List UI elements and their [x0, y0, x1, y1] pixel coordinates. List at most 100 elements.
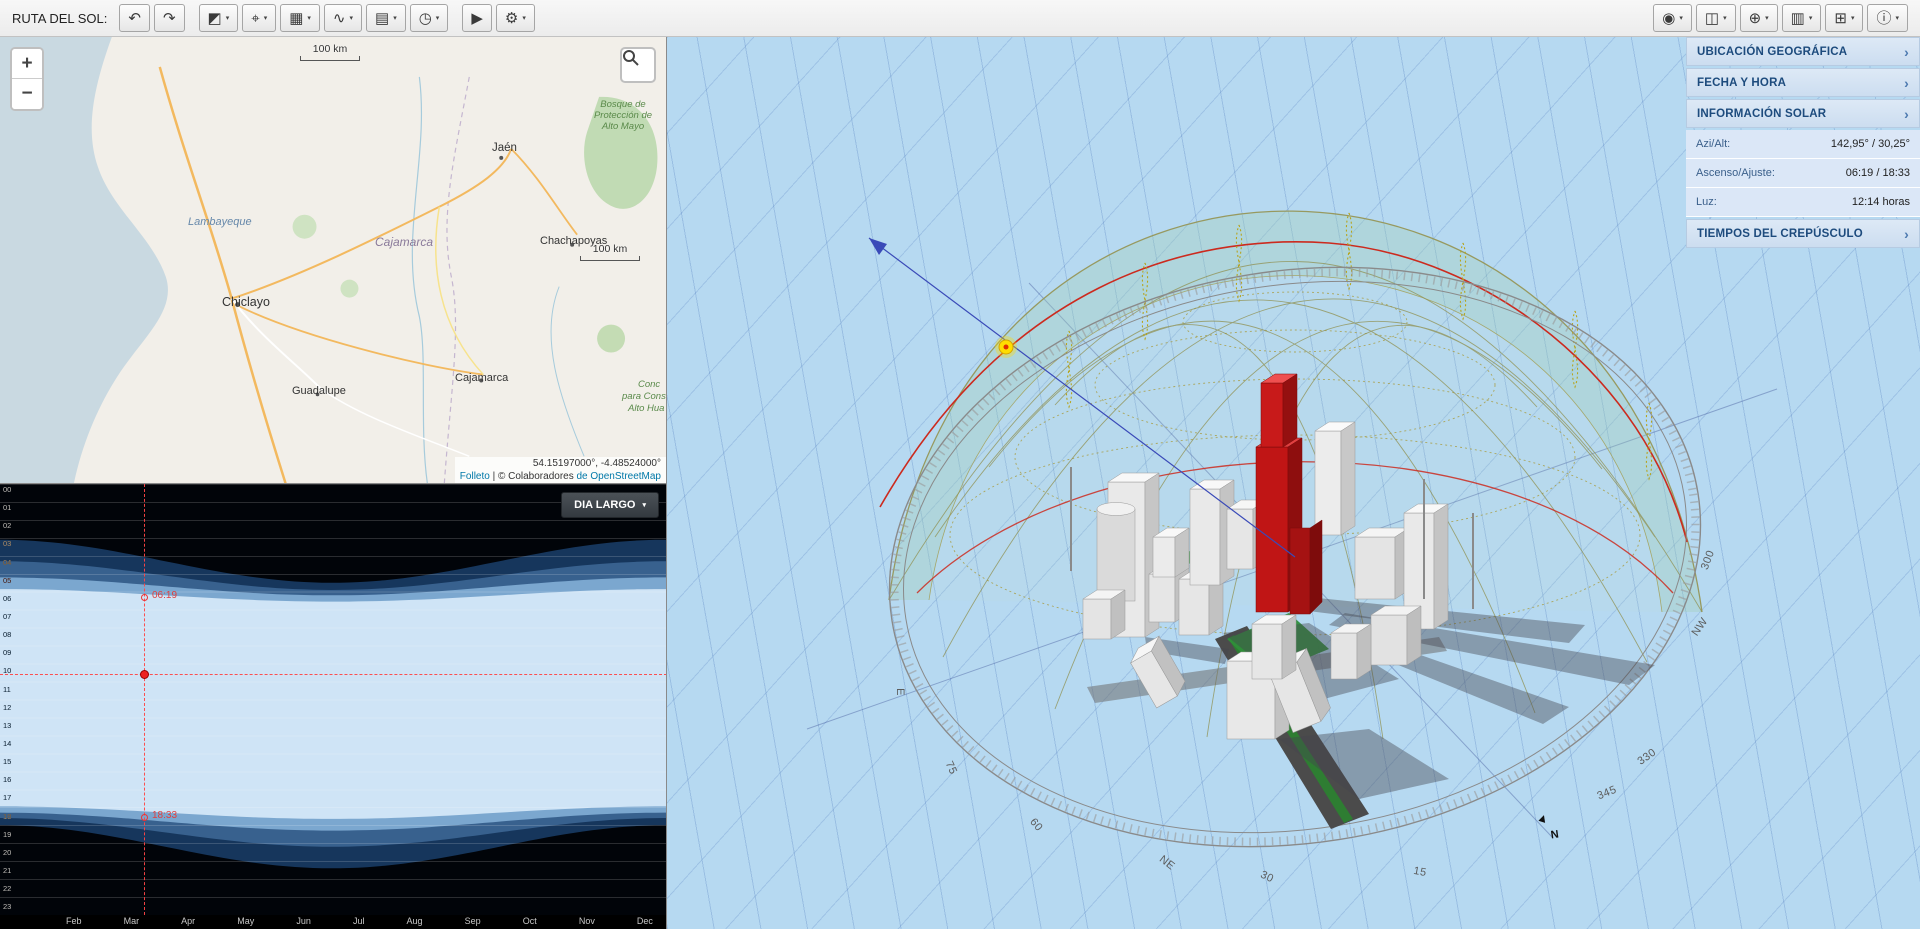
map-scale-top: 100 km [300, 43, 360, 61]
month-tick-label: Jun [296, 916, 311, 926]
chevron-right-icon: › [1904, 43, 1909, 60]
settings-menu-button[interactable]: ⚙ ▾ [495, 4, 535, 32]
compass-label: E [894, 688, 906, 696]
redo-icon: ↷ [162, 9, 176, 27]
chevron-down-icon: ▾ [1679, 14, 1683, 22]
selected-date-line [144, 484, 145, 915]
compass-label: 15 [1412, 864, 1428, 880]
projection-menu-button[interactable]: ⊞ ▾ [1825, 4, 1864, 32]
display-menu-button[interactable]: ◫ ▾ [1695, 4, 1736, 32]
panel-header-ubicacion[interactable]: UBICACIÓN GEOGRÁFICA › [1686, 37, 1920, 66]
map-label-cajamarca-region: Cajamarca [375, 235, 434, 249]
month-tick-label: Mar [123, 916, 140, 926]
solar-info-rows: Azi/Alt: 142,95° / 30,25° Ascenso/Ajuste… [1686, 130, 1920, 217]
month-tick-label: Nov [578, 916, 595, 926]
map-scale-right: 100 km [580, 243, 640, 261]
chevron-down-icon: ▾ [307, 14, 311, 22]
sunset-time-label: 18:33 [152, 810, 178, 821]
chevron-down-icon: ▾ [1765, 14, 1769, 22]
globe-menu-button[interactable]: ⊕ ▾ [1739, 4, 1778, 32]
panel-header-fecha-hora[interactable]: FECHA Y HORA › [1686, 68, 1920, 97]
map-label-concesion-2: para Cons [622, 391, 666, 402]
model-menu-button[interactable]: ◩ ▾ [198, 4, 239, 32]
chevron-down-icon: ▾ [522, 14, 526, 22]
clock-icon: ◷ [418, 9, 432, 27]
month-tick-label: Jul [352, 916, 365, 926]
scene-3d-viewport[interactable]: E 75 60 NE 30 15 N ▲ 345 330 NW 300 UBIC… [667, 37, 1920, 929]
month-tick-label: Aug [406, 916, 423, 926]
map-label-bosque: Bosque de Protección de Alto Mayo [593, 99, 653, 132]
chevron-right-icon: › [1904, 225, 1909, 242]
map-label-lambayeque: Lambayeque [188, 216, 252, 228]
search-icon [623, 50, 639, 66]
chevron-down-icon: ▾ [263, 14, 268, 22]
play-icon: ▶ [471, 9, 483, 27]
main-content: Jaén Chachapoyas Cajamarca Lambayeque Ch… [0, 37, 1920, 929]
daylight-plot[interactable]: 00 01 02 03 04 05 06 07 08 09 10 11 12 13 14 15 16 17 18 19… [0, 484, 666, 915]
app-title: RUTA DEL SOL: [12, 10, 108, 26]
map-attribution: 54.15197000°, -4.48524000° Folleto | © C… [454, 457, 666, 483]
undo-button[interactable]: ↶ [119, 4, 150, 32]
info-value: 142,95° / 30,25° [1830, 138, 1910, 150]
globe-icon: ⊕ [1748, 9, 1762, 27]
osm-link[interactable]: de OpenStreetMap [577, 471, 662, 482]
info-row: Azi/Alt: 142,95° / 30,25° [1686, 130, 1920, 159]
leaflet-link[interactable]: Folleto [460, 471, 490, 482]
info-icon: ⓘ [1876, 9, 1892, 27]
map-search-button[interactable] [620, 47, 656, 83]
map-coordinates: 54.15197000°, -4.48524000° [454, 457, 666, 470]
chevron-down-icon: ▾ [1808, 14, 1813, 22]
chevron-down-icon: ▾ [393, 14, 397, 22]
calendar-icon: ▤ [375, 9, 390, 27]
panel-icon: ◫ [1704, 9, 1720, 27]
info-menu-button[interactable]: ⓘ ▾ [1867, 4, 1908, 32]
chevron-right-icon: › [1904, 105, 1909, 122]
map-canvas [0, 37, 666, 483]
map-label-jaen: Jaén [492, 142, 517, 154]
chevron-down-icon: ▾ [1850, 14, 1855, 22]
location-menu-button[interactable]: ⌖ ▾ [242, 4, 277, 32]
month-tick-label: Apr [181, 916, 196, 926]
chart-mode-dropdown[interactable]: DIA LARGO ▾ [561, 492, 659, 518]
redo-button[interactable]: ↷ [153, 4, 185, 32]
chevron-down-icon: ▾ [1895, 14, 1899, 22]
grid-icon: ▦ [289, 9, 304, 27]
info-value: 12:14 horas [1851, 196, 1910, 208]
current-time-marker[interactable] [140, 670, 149, 679]
globe-grid-icon: ⊞ [1834, 9, 1847, 27]
eye-icon: ◉ [1662, 9, 1676, 27]
panel-title: UBICACIÓN GEOGRÁFICA [1697, 45, 1848, 58]
zoom-out-button[interactable]: − [12, 79, 42, 109]
info-row: Luz: 12:14 horas [1686, 188, 1920, 217]
zoom-in-button[interactable]: + [12, 49, 42, 79]
calendar-menu-button[interactable]: ▤ ▾ [366, 4, 406, 32]
map-panel[interactable]: Jaén Chachapoyas Cajamarca Lambayeque Ch… [0, 37, 667, 484]
sunset-marker [141, 814, 148, 821]
chevron-down-icon: ▾ [435, 14, 440, 22]
layers-menu-button[interactable]: ▦ ▾ [280, 4, 320, 32]
datetime-menu-button[interactable]: ▥ ▾ [1781, 4, 1822, 32]
info-row: Ascenso/Ajuste: 06:19 / 18:33 [1686, 159, 1920, 188]
right-sidebar: UBICACIÓN GEOGRÁFICA › FECHA Y HORA › IN… [1686, 37, 1920, 250]
info-value: 06:19 / 18:33 [1845, 167, 1910, 179]
top-toolbar: RUTA DEL SOL: ↶ ↷ ◩ ▾ ⌖ ▾ ▦ ▾ ∿ ▾ ▤ ▾ ◷ ▾ ▶ ⚙ ▾… [0, 0, 1920, 37]
view-menu-button[interactable]: ◉ ▾ [1653, 4, 1692, 32]
sun-marker[interactable] [995, 336, 1017, 358]
analysis-menu-button[interactable]: ∿ ▾ [323, 4, 362, 32]
play-animation-button[interactable]: ▶ [462, 4, 492, 32]
panel-header-informacion-solar[interactable]: INFORMACIÓN SOLAR › [1686, 99, 1920, 128]
month-axis: Feb Mar Apr May Jun Jul Aug Sep Oct Nov Dec [0, 915, 666, 929]
chevron-down-icon: ▾ [349, 14, 353, 22]
panel-header-crepusculo[interactable]: TIEMPOS DEL CREPÚSCULO › [1686, 219, 1920, 248]
calendar-clock-icon: ▥ [1790, 9, 1805, 27]
map-label-guadalupe: Guadalupe [292, 385, 346, 397]
map-zoom-control: + − [10, 47, 44, 111]
info-label: Ascenso/Ajuste: [1696, 167, 1775, 179]
map-pin-icon: ⌖ [251, 9, 260, 27]
chevron-right-icon: › [1904, 74, 1909, 91]
time-menu-button[interactable]: ◷ ▾ [409, 4, 449, 32]
panel-title: FECHA Y HORA [1697, 76, 1787, 89]
undo-icon: ↶ [128, 9, 141, 27]
month-tick-label: Feb [66, 916, 82, 926]
month-tick-label: Sep [464, 916, 481, 926]
